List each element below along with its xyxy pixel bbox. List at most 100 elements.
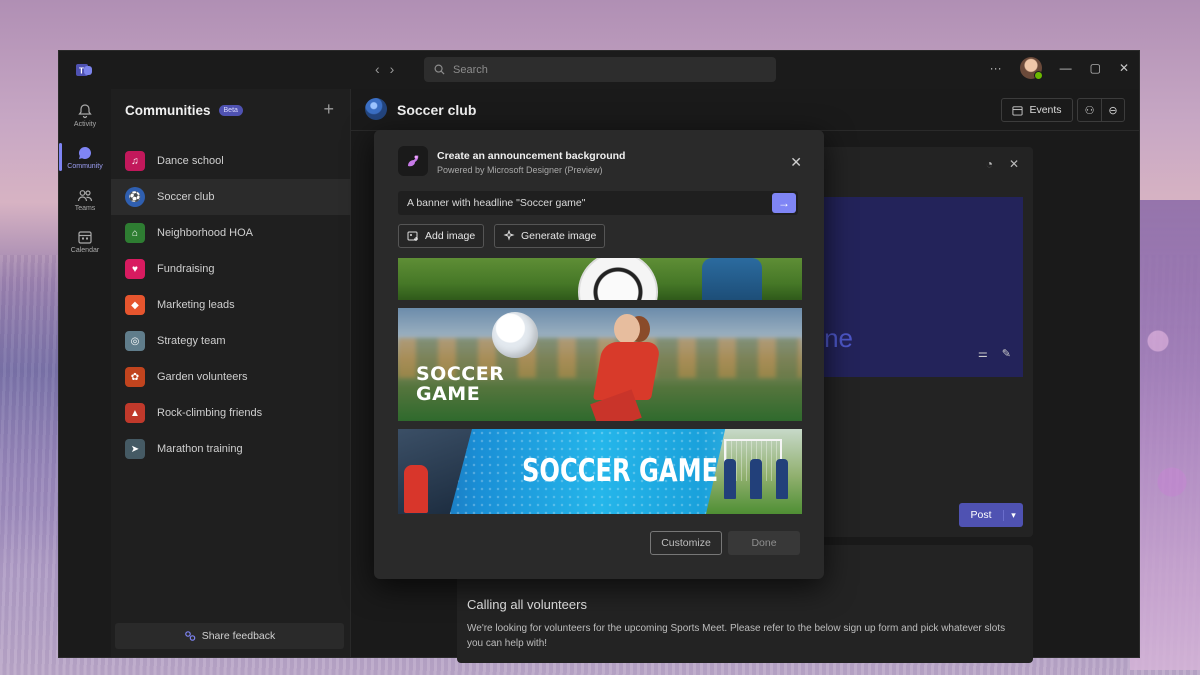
sparkle-icon (503, 230, 515, 241)
player-head-graphic (614, 314, 640, 344)
customize-button[interactable]: Customize (650, 531, 722, 555)
add-community-icon[interactable]: + (323, 99, 334, 120)
player-graphic (776, 459, 788, 499)
back-arrow-icon[interactable]: ‹ (375, 61, 390, 77)
bell-icon (78, 103, 92, 118)
image-headline: SOCCER GAME (416, 364, 504, 404)
rail-calendar[interactable]: Calendar (59, 221, 111, 261)
rail-label: Teams (74, 204, 96, 212)
add-image-label: Add image (425, 230, 476, 242)
soccer-ball-graphic (578, 258, 658, 300)
dance-school-icon: ♫ (125, 151, 145, 171)
events-button[interactable]: Events (1001, 98, 1073, 122)
strategy-team-icon: ◎ (125, 331, 145, 351)
minimize-icon[interactable]: — (1060, 61, 1072, 75)
maximize-icon[interactable]: ▢ (1090, 61, 1101, 75)
community-dance-school[interactable]: ♫ Dance school (111, 143, 351, 179)
preview-headline: ne (824, 323, 853, 353)
community-label: Strategy team (157, 335, 226, 347)
community-garden-volunteers[interactable]: ✿ Garden volunteers (111, 359, 351, 395)
community-soccer-club[interactable]: ⚽ Soccer club (111, 179, 351, 215)
window-controls: ··· — ▢ ✕ (990, 57, 1129, 80)
community-fundraising[interactable]: ♥ Fundraising (111, 251, 351, 287)
rail-activity[interactable]: Activity (59, 95, 111, 135)
rail-community[interactable]: Community (59, 137, 111, 177)
community-marathon-training[interactable]: ➤ Marathon training (111, 431, 351, 467)
app-rail: Activity Community Teams Calendar (59, 89, 111, 657)
add-image-button[interactable]: Add image (398, 224, 485, 248)
headline-line-1: SOCCER (416, 363, 505, 385)
post-label: Post (970, 509, 992, 521)
prompt-input[interactable]: A banner with headline "Soccer game" → (398, 191, 798, 215)
soccer-club-icon: ⚽ (125, 187, 145, 207)
generated-image-option-2[interactable]: SOCCER GAME (398, 308, 802, 421)
sidebar-title: Communities (125, 103, 211, 118)
player-graphic (404, 465, 428, 513)
community-strategy-team[interactable]: ◎ Strategy team (111, 323, 351, 359)
forward-arrow-icon[interactable]: › (390, 61, 405, 77)
community-label: Garden volunteers (157, 371, 248, 383)
link-icon[interactable]: ⊖ (1101, 99, 1124, 121)
designer-dialog: Create an announcement background Powere… (374, 130, 824, 579)
rail-label: Activity (73, 120, 97, 128)
share-feedback-button[interactable]: Share feedback (115, 623, 344, 649)
header-icon-buttons: ⚇ ⊖ (1077, 98, 1125, 122)
community-marketing-leads[interactable]: ◆ Marketing leads (111, 287, 351, 323)
generate-image-button[interactable]: Generate image (494, 224, 606, 248)
generate-image-label: Generate image (521, 230, 597, 242)
generated-image-option-3[interactable]: SOCCER GAME (398, 429, 802, 514)
community-label: Neighborhood HOA (157, 227, 254, 239)
rail-label: Community (67, 162, 103, 170)
arrow-right-icon: → (778, 196, 790, 210)
dialog-subtitle: Powered by Microsoft Designer (Preview) (437, 165, 603, 175)
done-button[interactable]: Done (728, 531, 800, 555)
generated-image-option-1[interactable] (398, 258, 802, 300)
teams-logo-icon: T (76, 64, 92, 76)
calendar-icon (78, 230, 92, 244)
close-window-icon[interactable]: ✕ (1119, 61, 1129, 75)
post-button[interactable]: Post ▾ (959, 503, 1023, 527)
schedule-icon[interactable]: ◔ (986, 157, 993, 171)
more-options-icon[interactable]: ··· (990, 61, 1002, 75)
rock-climbing-icon: ▲ (125, 403, 145, 423)
community-label: Rock-climbing friends (157, 407, 263, 419)
close-composer-icon[interactable]: ✕ (1009, 157, 1019, 171)
communities-sidebar: Communities Beta + ♫ Dance school ⚽ Soccer… (111, 89, 351, 657)
community-rock-climbing-friends[interactable]: ▲ Rock-climbing friends (111, 395, 351, 431)
neighborhood-hoa-icon: ⌂ (125, 223, 145, 243)
title-bar: T ‹› Search ··· — ▢ ✕ (59, 51, 1139, 89)
user-avatar[interactable] (1019, 57, 1043, 80)
wallpaper-flowers (1130, 200, 1200, 670)
soccer-ball-graphic (492, 312, 538, 358)
history-nav: ‹› (375, 61, 404, 77)
dialog-title: Create an announcement background (437, 150, 626, 162)
sidebar-header: Communities Beta (125, 103, 243, 118)
community-label: Marketing leads (157, 299, 235, 311)
community-neighborhood-hoa[interactable]: ⌂ Neighborhood HOA (111, 215, 351, 251)
post-title: Calling all volunteers (467, 597, 587, 612)
search-box[interactable]: Search (424, 57, 776, 82)
player-graphic (724, 459, 736, 499)
community-label: Marathon training (157, 443, 243, 455)
adjust-icon[interactable]: ⚌ (978, 347, 988, 360)
close-dialog-icon[interactable]: ✕ (790, 154, 802, 171)
chat-icon (78, 146, 91, 159)
submit-prompt-button[interactable]: → (772, 193, 796, 213)
preview-tools: ⚌ ✎ (978, 347, 1011, 360)
composer-tools: ◔ ✕ (986, 157, 1019, 171)
designer-brush-icon[interactable]: ✎ (1002, 347, 1011, 360)
marathon-training-icon: ➤ (125, 439, 145, 459)
image-headline: SOCCER GAME (522, 453, 719, 489)
chevron-down-icon[interactable]: ▾ (1003, 509, 1023, 521)
add-image-icon (407, 231, 418, 241)
rail-label: Calendar (70, 246, 100, 254)
rail-teams[interactable]: Teams (59, 179, 111, 219)
feedback-icon (184, 631, 196, 641)
members-icon[interactable]: ⚇ (1078, 99, 1101, 121)
designer-logo-icon (398, 146, 428, 176)
community-list: ♫ Dance school ⚽ Soccer club ⌂ Neighborhood… (111, 143, 351, 467)
player-leg-graphic (702, 258, 762, 300)
player-graphic (750, 459, 762, 499)
channel-title: Soccer club (397, 102, 477, 118)
community-label: Soccer club (157, 191, 215, 203)
